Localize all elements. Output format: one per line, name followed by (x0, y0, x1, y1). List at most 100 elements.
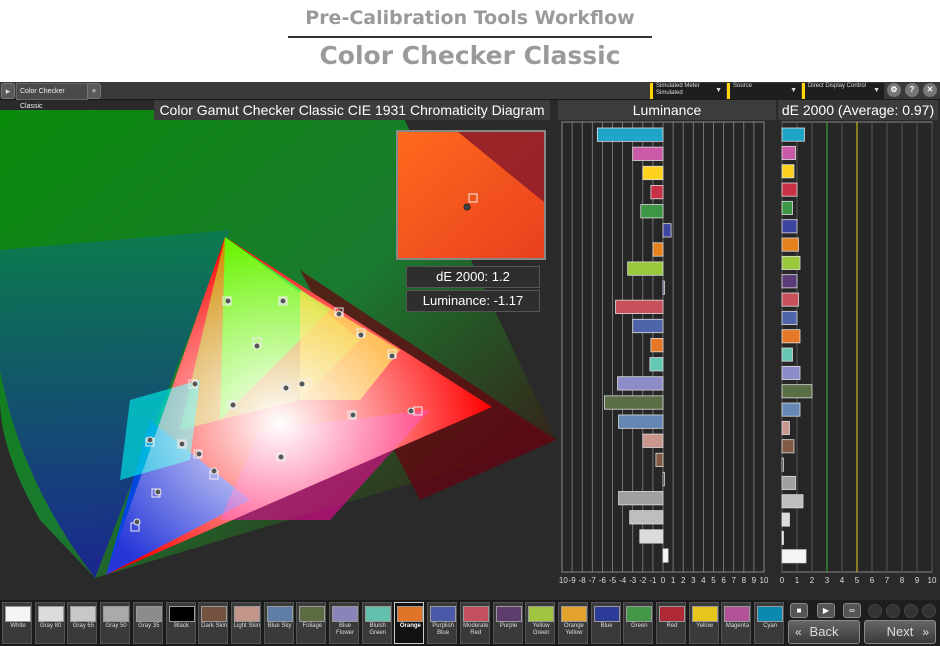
swatch-cyan[interactable]: Cyan (754, 602, 785, 644)
luminance-bar (650, 338, 664, 353)
swatch-gray-35[interactable]: Gray 35 (132, 602, 163, 644)
luminance-tick-label: 6 (721, 576, 726, 585)
swatch-label: Orange Yellow (563, 623, 584, 636)
swatch-magenta[interactable]: Magenta (721, 602, 752, 644)
de-chart: 0 1 2 3 4 5 6 7 8 9 10 (778, 120, 938, 590)
de-bar (781, 347, 793, 362)
swatch-chip (757, 606, 784, 622)
luminance-bar (615, 299, 664, 314)
back-button[interactable]: « Back (788, 620, 860, 644)
swatch-orange[interactable]: Orange (394, 602, 425, 644)
swatch-foliage[interactable]: Foliage (296, 602, 327, 644)
loop-icon[interactable]: ∞ (843, 603, 861, 618)
luminance-tick-label: 3 (691, 576, 696, 585)
swatch-yellow[interactable]: Yellow (688, 602, 719, 644)
add-tab-icon[interactable]: + (87, 83, 101, 99)
swatch-gray-80[interactable]: Gray 80 (34, 602, 65, 644)
swatch-black[interactable]: Black (165, 602, 196, 644)
chevron-down-icon: ▼ (873, 87, 880, 94)
swatch-chip (560, 606, 587, 622)
luminance-tick-label: -9 (569, 576, 577, 585)
swatch-chip (168, 606, 195, 622)
de-bar (781, 145, 796, 160)
swatch-gray-65[interactable]: Gray 65 (67, 602, 98, 644)
luminance-readout: Luminance: -1.17 (406, 290, 540, 312)
de-bar (781, 439, 795, 454)
swatch-label: Green (630, 623, 648, 629)
swatch-yellow-green[interactable]: Yellow Green (525, 602, 556, 644)
swatch-white[interactable]: White (2, 602, 32, 644)
swatch-chip (528, 606, 555, 622)
app-window: ▸ Color Checker Classic + Simulated Mete… (0, 82, 940, 646)
swatch-gray-50[interactable]: Gray 50 (100, 602, 131, 644)
luminance-title: Luminance (558, 100, 776, 120)
luminance-tick-label: 1 (671, 576, 676, 585)
swatch-purplish-blue[interactable]: Purplish Blue (427, 602, 458, 644)
source-dropdown[interactable]: Source ▼ (727, 83, 801, 99)
next-button[interactable]: Next » (864, 620, 936, 644)
swatch-label: Yellow Green (532, 623, 550, 636)
status-dot (922, 604, 936, 618)
swatch-chip (37, 606, 64, 622)
luminance-tick-label: -8 (579, 576, 587, 585)
swatch-label: Orange (399, 623, 421, 629)
swatch-red[interactable]: Red (656, 602, 686, 644)
de-bar (781, 219, 798, 234)
luminance-bar (662, 223, 672, 238)
de-bar (781, 200, 793, 215)
help-icon[interactable]: ? (905, 83, 919, 97)
de-bar (781, 237, 799, 252)
swatch-orange-yellow[interactable]: Orange Yellow (557, 602, 588, 644)
swatch-bluish-green[interactable]: Bluish Green (361, 602, 392, 644)
swatch-label: Light Skin (233, 623, 261, 629)
swatch-moderate-red[interactable]: Moderate Red (459, 602, 490, 644)
swatch-chip (233, 606, 260, 622)
de-tick-label: 3 (825, 576, 830, 585)
swatch-chip (332, 606, 358, 622)
swatch-chip (103, 606, 130, 622)
swatch-chip (5, 606, 31, 622)
swatch-chip (430, 606, 457, 622)
display-control-dropdown[interactable]: Direct Display Control ▼ (802, 83, 884, 99)
de-bar (781, 512, 790, 527)
luminance-bar (596, 127, 664, 142)
tab-scroll-icon[interactable]: ▸ (1, 83, 15, 99)
swatch-blue-flower[interactable]: Blue Flower (329, 602, 359, 644)
swatch-chip (626, 606, 653, 622)
close-icon[interactable]: ✕ (923, 83, 937, 97)
swatch-dark-skin[interactable]: Dark Skin (198, 602, 229, 644)
luminance-tick-label: 0 (661, 576, 666, 585)
swatch-label: Cyan (763, 623, 778, 629)
luminance-bar (632, 318, 664, 334)
de-bar (781, 530, 784, 545)
back-label: Back (809, 624, 839, 639)
status-dot (904, 604, 918, 618)
next-label: Next (886, 624, 914, 639)
swatch-label: Gray 80 (40, 623, 62, 629)
luminance-bar (650, 184, 664, 200)
swatch-blue-sky[interactable]: Blue Sky (263, 602, 294, 644)
luminance-tick-label: -1 (649, 576, 657, 585)
swatch-blue[interactable]: Blue (590, 602, 621, 644)
swatch-green[interactable]: Green (623, 602, 654, 644)
luminance-tick-label: -10 (558, 576, 568, 585)
de-tick-label: 0 (780, 576, 785, 585)
swatch-chip (495, 606, 522, 622)
swatch-label: Dark Skin (201, 623, 228, 629)
page-subtitle: Color Checker Classic (319, 41, 621, 70)
swatch-label: Magenta (725, 623, 750, 629)
meter-dropdown[interactable]: Simulated Meter Simulated ▼ (650, 83, 726, 99)
status-dot (886, 604, 900, 618)
gear-icon[interactable]: ⚙ (887, 83, 901, 97)
tab-color-checker-classic[interactable]: Color Checker Classic (16, 83, 88, 110)
swatch-chip (659, 606, 685, 622)
swatch-chip (593, 606, 620, 622)
status-dot (868, 604, 882, 618)
swatch-purple[interactable]: Purple (492, 602, 523, 644)
de-tick-label: 4 (840, 576, 845, 585)
swatch-light-skin[interactable]: Light Skin (230, 602, 261, 644)
stop-icon[interactable]: ■ (790, 603, 808, 618)
de-bar (781, 127, 805, 142)
play-icon[interactable]: ▶ (817, 603, 835, 618)
de-readout: dE 2000: 1.2 (406, 266, 540, 288)
